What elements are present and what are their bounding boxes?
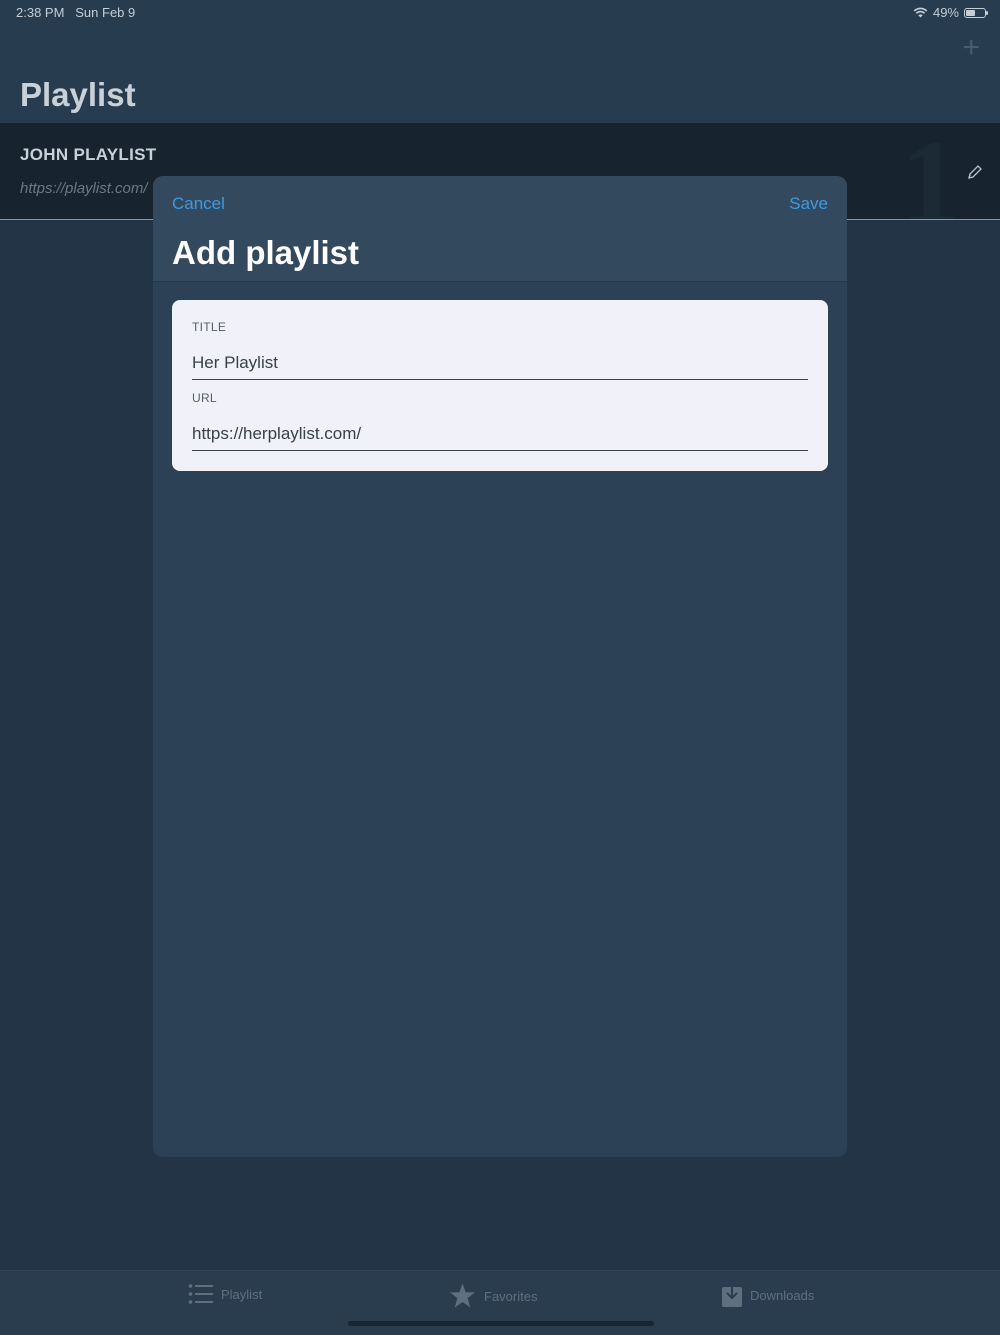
time-text: 2:38 PM <box>16 5 65 20</box>
url-field[interactable] <box>192 417 808 451</box>
sheet-title: Add playlist <box>172 234 360 271</box>
status-time: 2:38 PM Sun Feb 9 <box>16 5 135 20</box>
tab-downloads-label: Downloads <box>750 1287 815 1303</box>
title-field[interactable] <box>192 346 808 380</box>
status-bar: 2:38 PM Sun Feb 9 49% <box>0 0 1000 24</box>
pencil-icon[interactable] <box>966 163 984 181</box>
sheet-header: Cancel Save Add playlist <box>153 176 847 282</box>
tab-favorites[interactable]: Favorites <box>449 1283 537 1309</box>
date-text: Sun Feb 9 <box>75 5 136 20</box>
tab-downloads[interactable]: Downloads <box>722 1283 814 1307</box>
battery-percent: 49% <box>932 5 959 20</box>
tab-favorites-label: Favorites <box>484 1288 538 1304</box>
add-icon[interactable]: + <box>962 33 980 63</box>
home-indicator <box>348 1321 654 1326</box>
url-label: URL <box>192 391 217 405</box>
wifi-icon <box>913 7 928 18</box>
cancel-button[interactable]: Cancel <box>172 194 225 214</box>
battery-icon <box>964 7 988 18</box>
tab-playlist[interactable]: Playlist <box>188 1283 262 1305</box>
download-icon <box>722 1283 742 1307</box>
playlist-title: JOHN PLAYLIST <box>20 145 157 164</box>
playlist-form: TITLE URL <box>172 300 828 471</box>
page-title: Playlist <box>20 76 136 113</box>
tab-playlist-label: Playlist <box>221 1286 263 1302</box>
save-button[interactable]: Save <box>789 194 828 214</box>
row-decoration: 1 <box>900 123 960 220</box>
add-playlist-sheet: Cancel Save Add playlist TITLE URL <box>153 176 847 1157</box>
list-icon <box>188 1284 213 1304</box>
playlist-url: https://playlist.com/ <box>20 180 148 197</box>
star-icon <box>450 1283 475 1308</box>
status-right: 49% <box>913 5 988 20</box>
title-label: TITLE <box>192 320 227 334</box>
